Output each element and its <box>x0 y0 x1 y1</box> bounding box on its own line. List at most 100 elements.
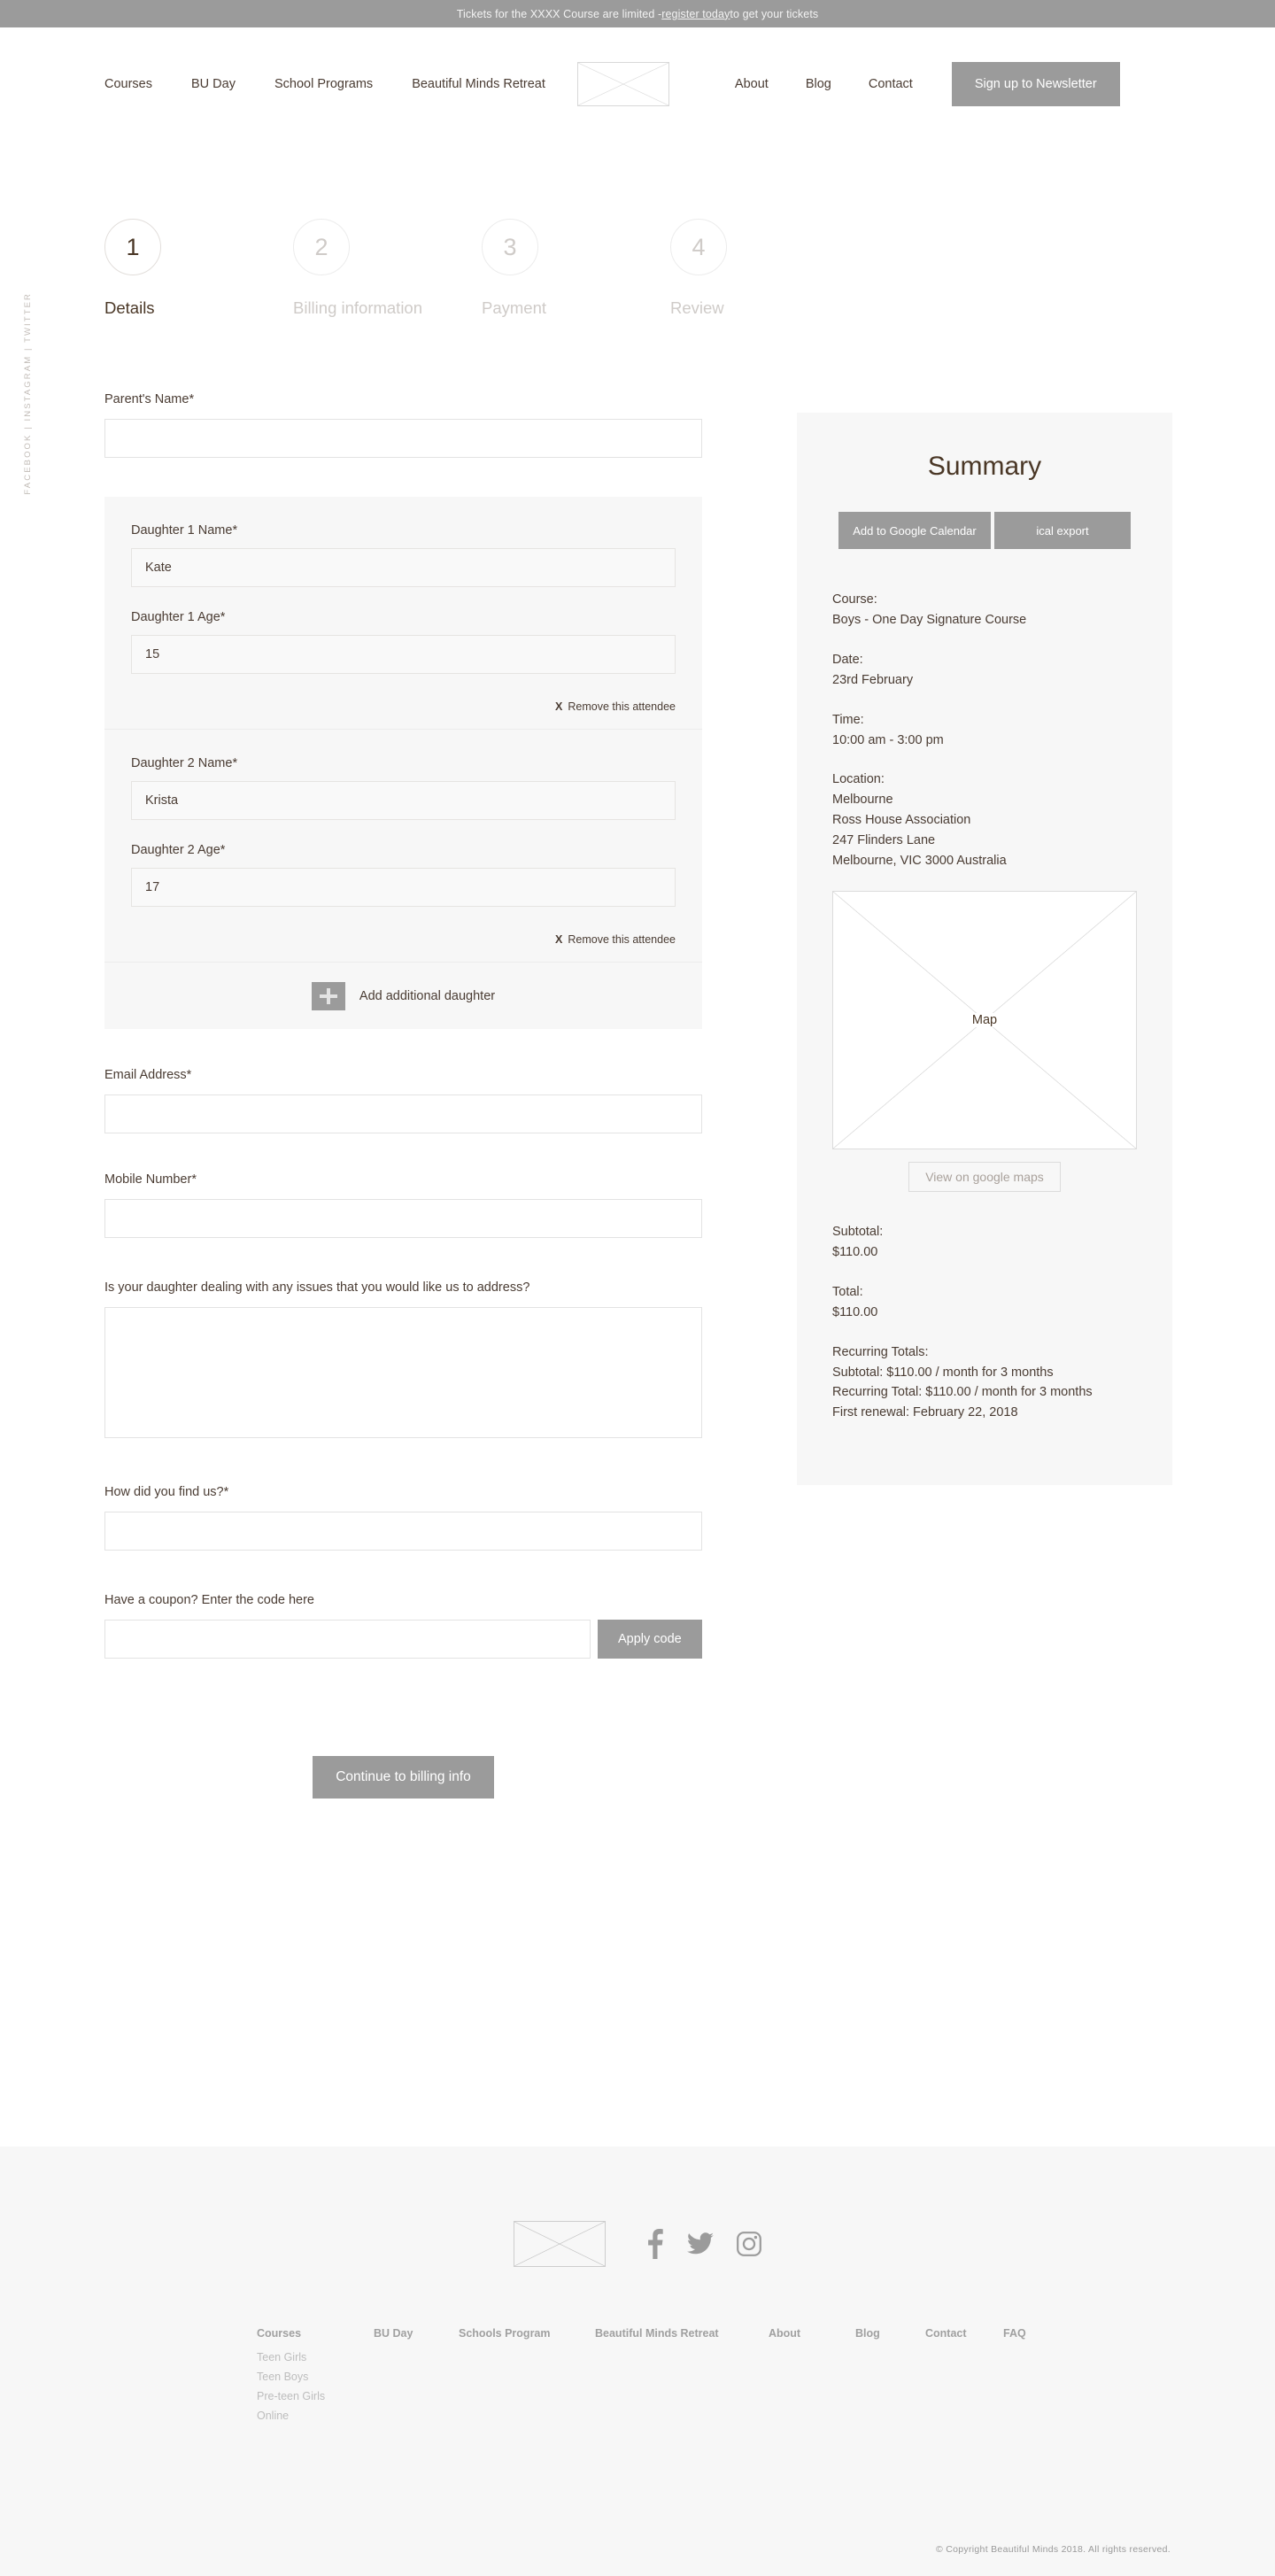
parent-name-input[interactable] <box>104 419 702 458</box>
step-4-review[interactable]: 4 Review <box>670 219 859 318</box>
attendee-2-age-label: Daughter 2 Age* <box>131 843 226 857</box>
footer-col-about: About <box>769 2327 855 2426</box>
summary-subtotal: Subtotal: $110.00 <box>832 1222 1137 1263</box>
footer-sublink-teen-girls[interactable]: Teen Girls <box>257 2348 374 2368</box>
twitter-icon[interactable] <box>687 2232 714 2255</box>
mobile-input[interactable] <box>104 1199 702 1238</box>
summary-title: Summary <box>927 452 1042 481</box>
continue-to-billing-button[interactable]: Continue to billing info <box>313 1756 494 1799</box>
attendee-2: Daughter 2 Name* Daughter 2 Age* X Remove… <box>104 729 702 962</box>
summary-date-key: Date: <box>832 652 863 667</box>
step-2-billing[interactable]: 2 Billing information <box>293 219 482 318</box>
summary-date: Date: 23rd February <box>832 650 1137 691</box>
ical-export-button[interactable]: ical export <box>994 512 1131 549</box>
summary-date-value: 23rd February <box>832 672 914 687</box>
parent-name-field: Parent's Name* <box>104 392 702 458</box>
footer-col-courses: Courses Teen Girls Teen Boys Pre-teen Gi… <box>257 2327 374 2426</box>
add-attendee-row[interactable]: Add additional daughter <box>104 962 702 1029</box>
step-2-circle: 2 <box>293 219 350 275</box>
details-form: Parent's Name* Daughter 1 Name* Daughter… <box>104 392 702 1799</box>
map-label: Map <box>968 1012 1001 1027</box>
summary-recurring: Recurring Totals: Subtotal: $110.00 / mo… <box>832 1342 1137 1424</box>
summary-location-line-2: Ross House Association <box>832 813 971 828</box>
attendee-1-name-input[interactable] <box>131 548 676 587</box>
nav-item-blog[interactable]: Blog <box>806 77 831 91</box>
step-1-label: Details <box>104 298 155 317</box>
summary-course-key: Course: <box>832 592 877 607</box>
summary-recurring-key: Recurring Totals: <box>832 1344 929 1359</box>
nav-item-beautiful-minds-retreat[interactable]: Beautiful Minds Retreat <box>412 77 545 91</box>
attendee-2-name-input[interactable] <box>131 781 676 820</box>
primary-nav-left: Courses BU Day School Programs Beautiful… <box>104 77 545 91</box>
announcement-bar: Tickets for the XXXX Course are limited … <box>0 0 1275 27</box>
coupon-field: Have a coupon? Enter the code here Apply… <box>104 1593 702 1659</box>
summary-location-line-3: 247 Flinders Lane <box>832 833 936 848</box>
footer-sublink-online[interactable]: Online <box>257 2407 374 2426</box>
add-attendee-label: Add additional daughter <box>359 988 496 1003</box>
checkout-page: 1 Details 2 Billing information 3 Paymen… <box>0 219 1275 1799</box>
attendee-2-age-input[interactable] <box>131 868 676 907</box>
step-3-payment[interactable]: 3 Payment <box>482 219 670 318</box>
parent-name-label: Parent's Name* <box>104 392 195 406</box>
attendee-1-age-label: Daughter 1 Age* <box>131 610 226 624</box>
footer-col-blog: Blog <box>855 2327 925 2426</box>
attendee-2-remove-button[interactable]: X Remove this attendee <box>131 930 676 946</box>
instagram-icon[interactable] <box>737 2232 761 2256</box>
summary-time: Time: 10:00 am - 3:00 pm <box>832 710 1137 751</box>
summary-time-value: 10:00 am - 3:00 pm <box>832 732 944 747</box>
summary-first-renewal: First renewal: February 22, 2018 <box>832 1405 1018 1420</box>
attendee-1-age-input[interactable] <box>131 635 676 674</box>
footer-sublink-pre-teen-girls[interactable]: Pre-teen Girls <box>257 2387 374 2407</box>
issues-textarea[interactable] <box>104 1307 702 1438</box>
step-4-label: Review <box>670 298 724 317</box>
step-2-label: Billing information <box>293 298 423 317</box>
footer-link-blog[interactable]: Blog <box>855 2327 880 2340</box>
summary-time-key: Time: <box>832 712 864 727</box>
order-summary-panel: Summary Add to Google Calendar ical expo… <box>797 413 1172 1486</box>
attendee-1-age-field: Daughter 1 Age* <box>131 610 676 674</box>
attendees-panel: Daughter 1 Name* Daughter 1 Age* X Remove… <box>104 497 702 1029</box>
footer-link-courses[interactable]: Courses <box>257 2327 301 2340</box>
summary-total-value: $110.00 <box>832 1304 878 1319</box>
summary-subtotal-value: $110.00 <box>832 1244 878 1259</box>
email-label: Email Address* <box>104 1068 192 1082</box>
step-1-details[interactable]: 1 Details <box>104 219 293 318</box>
attendee-1-remove-button[interactable]: X Remove this attendee <box>131 697 676 713</box>
add-to-google-calendar-button[interactable]: Add to Google Calendar <box>838 512 991 549</box>
footer-link-beautiful-minds-retreat[interactable]: Beautiful Minds Retreat <box>595 2327 719 2340</box>
footer-col-contact: Contact <box>925 2327 1003 2426</box>
footer-sublink-teen-boys[interactable]: Teen Boys <box>257 2368 374 2387</box>
mobile-label: Mobile Number* <box>104 1172 197 1187</box>
apply-coupon-button[interactable]: Apply code <box>597 1620 702 1659</box>
nav-item-courses[interactable]: Courses <box>104 77 152 91</box>
summary-location-line-4: Melbourne, VIC 3000 Australia <box>832 854 1007 869</box>
close-icon: X <box>555 700 563 713</box>
footer-link-schools-program[interactable]: Schools Program <box>459 2327 551 2340</box>
nav-item-school-programs[interactable]: School Programs <box>274 77 373 91</box>
find-us-input[interactable] <box>104 1512 702 1551</box>
footer-logo[interactable] <box>514 2221 606 2267</box>
email-field: Email Address* <box>104 1068 702 1133</box>
announcement-register-link[interactable]: register today <box>661 8 730 20</box>
nav-item-bu-day[interactable]: BU Day <box>191 77 236 91</box>
footer-link-about[interactable]: About <box>769 2327 800 2340</box>
plus-icon[interactable] <box>311 981 345 1010</box>
footer-col-bu-day: BU Day <box>374 2327 459 2426</box>
nav-item-about[interactable]: About <box>735 77 769 91</box>
footer-link-bu-day[interactable]: BU Day <box>374 2327 413 2340</box>
facebook-icon[interactable] <box>645 2229 664 2259</box>
site-logo[interactable] <box>576 62 669 106</box>
footer-link-contact[interactable]: Contact <box>925 2327 967 2340</box>
coupon-input[interactable] <box>104 1620 591 1659</box>
summary-location-line-1: Melbourne <box>832 793 893 808</box>
nav-item-contact[interactable]: Contact <box>869 77 913 91</box>
footer-col-faq: FAQ <box>1003 2327 1026 2426</box>
email-input[interactable] <box>104 1095 702 1133</box>
attendee-1-remove-label: Remove this attendee <box>568 700 676 713</box>
footer-col-beautiful-minds-retreat: Beautiful Minds Retreat <box>595 2327 769 2426</box>
attendee-2-name-field: Daughter 2 Name* <box>131 756 676 820</box>
newsletter-signup-button[interactable]: Sign up to Newsletter <box>951 62 1120 106</box>
footer-link-faq[interactable]: FAQ <box>1003 2327 1026 2340</box>
map-placeholder[interactable]: Map <box>832 890 1137 1149</box>
view-on-google-maps-button[interactable]: View on google maps <box>908 1161 1061 1192</box>
